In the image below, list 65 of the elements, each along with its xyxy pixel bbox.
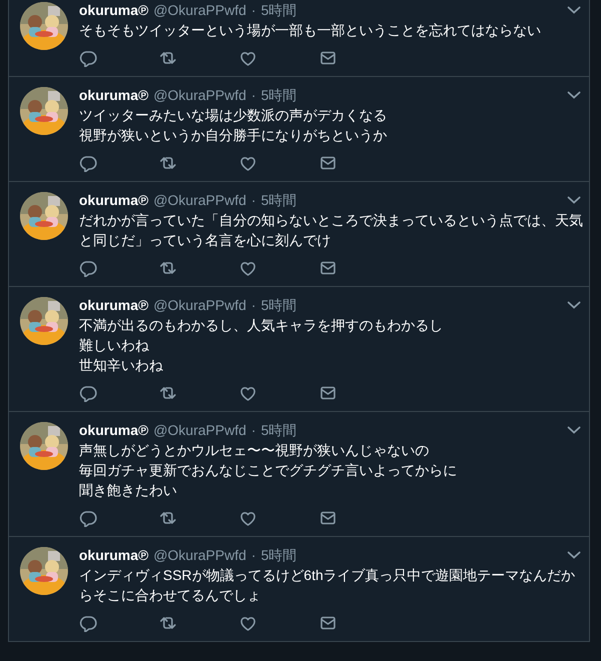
chevron-icon[interactable] — [567, 90, 581, 100]
user-name[interactable]: okuruma℗ — [79, 545, 148, 565]
separator: · — [251, 296, 256, 315]
reply-icon[interactable] — [79, 614, 97, 632]
chevron-icon[interactable] — [567, 300, 581, 310]
reply-icon[interactable] — [79, 49, 97, 67]
retweet-icon[interactable] — [159, 154, 177, 172]
retweet-icon[interactable] — [159, 259, 177, 277]
tweet-text: インディヴィSSRが物議ってるけど6thライブ真っ只中で遊園地テーマなんだからそこに合わせてるんでしょ — [79, 566, 576, 605]
user-name[interactable]: okuruma℗ — [79, 85, 148, 105]
timestamp[interactable]: 5時間 — [260, 85, 297, 105]
user-handle: @OkuraPPwfd — [153, 86, 246, 105]
envelope-icon[interactable] — [319, 259, 337, 277]
chevron-icon[interactable] — [567, 5, 581, 15]
reply-icon[interactable] — [79, 259, 97, 277]
envelope-icon[interactable] — [319, 384, 337, 402]
chevron-icon[interactable] — [567, 550, 581, 560]
tweet-text: 声無しがどうとかウルセェ〜〜視野が狭いんじゃないの — [79, 441, 430, 460]
user-handle: @OkuraPPwfd — [153, 421, 246, 440]
timestamp[interactable]: 5時間 — [260, 420, 297, 440]
heart-icon[interactable] — [239, 259, 257, 277]
tweet-text: 聞き飽きたわい — [79, 481, 178, 500]
tweet-text: だれかが言っていた「自分の知らないところで決まっているという点では、天気と同じだ」っていう名言を心に刻んでけ — [79, 211, 584, 250]
user-handle: @OkuraPPwfd — [153, 191, 246, 210]
user-handle: @OkuraPPwfd — [153, 1, 246, 20]
chevron-icon[interactable] — [567, 195, 581, 205]
separator: · — [251, 191, 256, 210]
user-handle: @OkuraPPwfd — [153, 296, 246, 315]
tweet-text: そもそもツイッターという場が一部も一部ということを忘れてはならない — [79, 21, 542, 40]
tweet-text: 難しいわね — [79, 336, 150, 355]
tweet-text: ツイッターみたいな場は少数派の声がデカくなる — [79, 106, 388, 125]
heart-icon[interactable] — [239, 384, 257, 402]
chevron-icon[interactable] — [567, 425, 581, 435]
heart-icon[interactable] — [239, 154, 257, 172]
user-handle: @OkuraPPwfd — [153, 546, 246, 565]
reply-icon[interactable] — [79, 384, 97, 402]
retweet-icon[interactable] — [159, 384, 177, 402]
heart-icon[interactable] — [239, 49, 257, 67]
separator: · — [251, 86, 256, 105]
retweet-icon[interactable] — [159, 509, 177, 527]
reply-icon[interactable] — [79, 509, 97, 527]
tweet-text: 視野が狭いというか自分勝手になりがちというか — [79, 126, 388, 145]
retweet-icon[interactable] — [159, 49, 177, 67]
envelope-icon[interactable] — [319, 154, 337, 172]
tweet-text: 世知辛いわね — [79, 356, 164, 375]
user-name[interactable]: okuruma℗ — [79, 295, 148, 315]
heart-icon[interactable] — [239, 509, 257, 527]
timestamp[interactable]: 5時間 — [260, 295, 297, 315]
separator: · — [251, 421, 256, 440]
envelope-icon[interactable] — [319, 49, 337, 67]
user-name[interactable]: okuruma℗ — [79, 0, 148, 20]
reply-icon[interactable] — [79, 154, 97, 172]
tweet-text: 不満が出るのもわかるし、人気キャラを押すのもわかるし — [79, 316, 444, 335]
envelope-icon[interactable] — [319, 509, 337, 527]
timestamp[interactable]: 5時間 — [260, 545, 297, 565]
envelope-icon[interactable] — [319, 614, 337, 632]
heart-icon[interactable] — [239, 614, 257, 632]
timestamp[interactable]: 5時間 — [260, 190, 297, 210]
separator: · — [251, 1, 256, 20]
separator: · — [251, 546, 256, 565]
tweet-text: 毎回ガチャ更新でおんなじことでグチグチ言いよってからに — [79, 461, 458, 480]
user-name[interactable]: okuruma℗ — [79, 420, 148, 440]
user-name[interactable]: okuruma℗ — [79, 190, 148, 210]
retweet-icon[interactable] — [159, 614, 177, 632]
timestamp[interactable]: 5時間 — [260, 0, 297, 20]
